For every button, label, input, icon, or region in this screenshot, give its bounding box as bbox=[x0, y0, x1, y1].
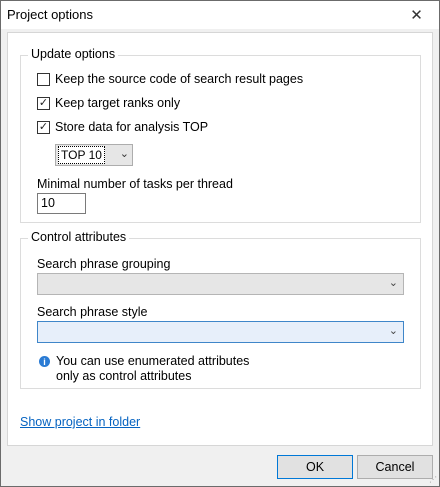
top-select[interactable]: TOP 10 ⌄ bbox=[55, 144, 133, 166]
info-line-1: You can use enumerated attributes bbox=[56, 354, 250, 368]
store-data-label: Store data for analysis TOP bbox=[55, 120, 209, 134]
grouping-label: Search phrase grouping bbox=[37, 257, 171, 271]
info-text: You can use enumerated attributes only a… bbox=[56, 354, 249, 384]
show-project-folder-link[interactable]: Show project in folder bbox=[20, 415, 140, 429]
update-options-legend: Update options bbox=[28, 47, 119, 61]
update-options-group: Update options Keep the source code of s… bbox=[20, 47, 421, 223]
style-select[interactable]: ⌄ bbox=[37, 321, 404, 343]
control-attributes-legend: Control attributes bbox=[28, 230, 130, 244]
keep-target-option[interactable]: ✓ Keep target ranks only bbox=[37, 96, 180, 110]
top-select-value: TOP 10 bbox=[58, 146, 105, 164]
title-bar: Project options ✕ bbox=[1, 1, 439, 29]
grouping-select[interactable]: ⌄ bbox=[37, 273, 404, 295]
close-icon[interactable]: ✕ bbox=[394, 1, 439, 29]
chevron-down-icon: ⌄ bbox=[388, 325, 398, 337]
control-attributes-group: Control attributes Search phrase groupin… bbox=[20, 230, 421, 389]
chevron-down-icon: ⌄ bbox=[119, 148, 129, 160]
keep-source-option[interactable]: Keep the source code of search result pa… bbox=[37, 72, 303, 86]
keep-target-checkbox[interactable]: ✓ bbox=[37, 96, 50, 110]
style-label: Search phrase style bbox=[37, 305, 148, 319]
resize-grip-icon[interactable]: ⋰ bbox=[429, 475, 437, 484]
min-tasks-label: Minimal number of tasks per thread bbox=[37, 177, 233, 191]
store-data-checkbox[interactable]: ✓ bbox=[37, 120, 50, 134]
min-tasks-input[interactable]: 10 bbox=[37, 193, 86, 214]
keep-target-label: Keep target ranks only bbox=[55, 96, 181, 110]
dialog-body: Update options Keep the source code of s… bbox=[7, 32, 433, 446]
cancel-button[interactable]: Cancel bbox=[357, 455, 433, 479]
project-options-dialog: Project options ✕ Update options Keep th… bbox=[0, 0, 440, 487]
ok-button[interactable]: OK bbox=[277, 455, 353, 479]
window-title: Project options bbox=[7, 7, 93, 22]
keep-source-checkbox[interactable] bbox=[37, 72, 50, 86]
keep-source-label: Keep the source code of search result pa… bbox=[55, 72, 304, 86]
chevron-down-icon: ⌄ bbox=[388, 277, 398, 289]
info-icon: i bbox=[39, 356, 50, 367]
info-line-2: only as control attributes bbox=[56, 369, 192, 383]
store-data-option[interactable]: ✓ Store data for analysis TOP bbox=[37, 120, 208, 134]
